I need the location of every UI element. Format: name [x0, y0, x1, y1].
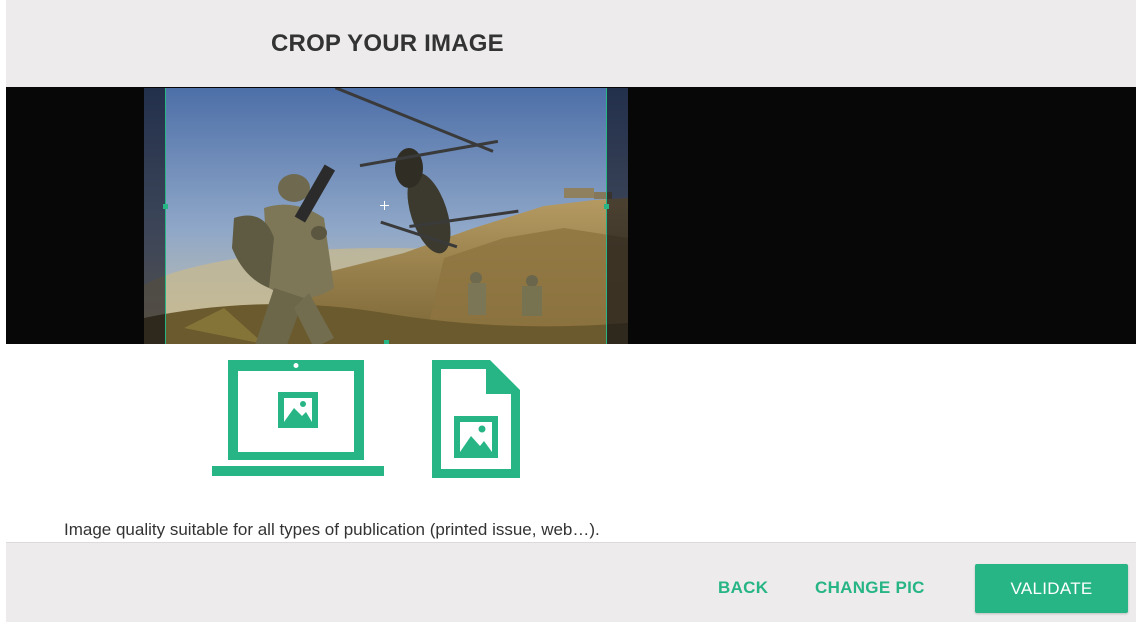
crop-handle-right[interactable]	[604, 204, 609, 209]
document-image-icon	[432, 360, 522, 483]
footer	[6, 542, 1136, 622]
crop-center-icon	[380, 201, 389, 210]
laptop-image-icon	[212, 358, 384, 483]
crop-viewport[interactable]	[6, 87, 1136, 344]
change-pic-button[interactable]: CHANGE PIC	[815, 578, 925, 598]
back-button[interactable]: BACK	[718, 578, 768, 598]
header: CROP YOUR IMAGE	[6, 0, 1136, 87]
quality-message: Image quality suitable for all types of …	[64, 520, 600, 539]
page-title: CROP YOUR IMAGE	[271, 30, 504, 57]
crop-handle-left[interactable]	[163, 204, 168, 209]
validate-button[interactable]: VALIDATE	[975, 564, 1128, 613]
crop-handle-bottom[interactable]	[384, 340, 389, 344]
crop-frame[interactable]	[165, 88, 607, 344]
